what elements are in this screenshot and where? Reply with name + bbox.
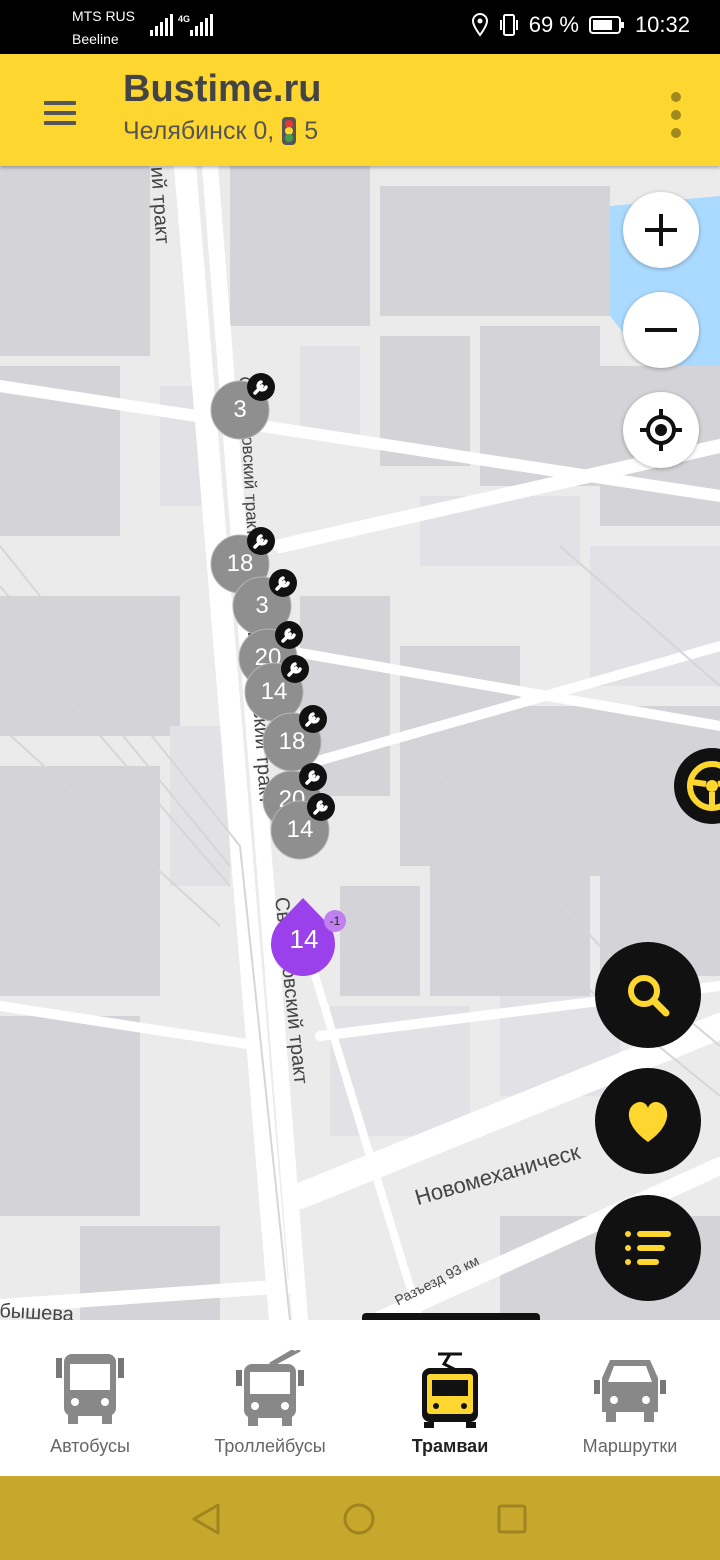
traffic-light-icon bbox=[282, 117, 297, 145]
carrier-primary: MTS RUS bbox=[72, 8, 135, 24]
tab-minibuses-label: Маршрутки bbox=[582, 1436, 678, 1456]
wrench-icon bbox=[299, 763, 327, 791]
crosshair-icon bbox=[640, 409, 682, 451]
wrench-icon bbox=[281, 655, 309, 683]
app-bar: Bustime.ru Челябинск 0, 5 bbox=[0, 54, 720, 166]
wrench-icon bbox=[275, 621, 303, 649]
tab-trolleybuses-label: Троллейбусы bbox=[214, 1436, 326, 1456]
battery-icon bbox=[588, 16, 624, 34]
tab-trams-label: Трамваи bbox=[411, 1436, 489, 1456]
tab-buses-label: Автобусы bbox=[50, 1436, 130, 1456]
list-icon bbox=[625, 1231, 671, 1265]
traffic-score: 5 bbox=[304, 116, 319, 145]
wrench-icon bbox=[299, 705, 327, 733]
tram-icon bbox=[422, 1352, 478, 1428]
bottom-navigation: Автобусы Троллейбусы Трамваи Маршрутки bbox=[0, 1320, 720, 1476]
search-button[interactable] bbox=[595, 942, 701, 1048]
kebab-menu-icon[interactable] bbox=[664, 90, 688, 140]
favorites-button[interactable] bbox=[595, 1068, 701, 1174]
recents-icon[interactable] bbox=[496, 1503, 528, 1535]
zoom-out-button[interactable] bbox=[623, 292, 699, 368]
trolleybus-icon bbox=[236, 1350, 304, 1426]
heart-icon bbox=[628, 1101, 668, 1142]
app-title: Bustime.ru bbox=[123, 68, 322, 110]
active-vehicle-badge: -1 bbox=[324, 910, 346, 932]
search-icon bbox=[628, 975, 670, 1017]
minus-icon bbox=[645, 328, 677, 332]
city-name: Челябинск 0, bbox=[123, 116, 275, 145]
signal-icon-2 bbox=[190, 14, 213, 36]
city-subtitle[interactable]: Челябинск 0, 5 bbox=[123, 116, 318, 146]
tab-buses[interactable]: Автобусы bbox=[0, 1320, 180, 1476]
bus-icon bbox=[56, 1354, 124, 1424]
my-location-button[interactable] bbox=[623, 392, 699, 468]
tram-marker[interactable]: 3 bbox=[210, 373, 275, 440]
location-icon bbox=[471, 13, 488, 37]
clock: 10:32 bbox=[634, 12, 690, 37]
tram-marker[interactable]: 14 bbox=[270, 793, 335, 860]
signal-icon bbox=[150, 14, 173, 36]
carrier-secondary: Beeline bbox=[72, 31, 119, 47]
route-list-button[interactable] bbox=[595, 1195, 701, 1301]
active-tab-indicator bbox=[362, 1313, 540, 1320]
tab-minibuses[interactable]: Маршрутки bbox=[540, 1320, 720, 1476]
plus-icon bbox=[645, 214, 677, 246]
hamburger-menu-icon[interactable] bbox=[42, 98, 78, 128]
tab-trolleybuses[interactable]: Троллейбусы bbox=[180, 1320, 360, 1476]
minibus-icon bbox=[594, 1360, 666, 1422]
wrench-icon bbox=[247, 373, 275, 401]
zoom-in-button[interactable] bbox=[623, 192, 699, 268]
steering-wheel-icon bbox=[687, 761, 720, 811]
street-label: бышева bbox=[0, 1300, 75, 1320]
wrench-icon bbox=[247, 527, 275, 555]
tab-trams[interactable]: Трамваи bbox=[360, 1320, 540, 1476]
battery-percent: 69 % bbox=[528, 12, 579, 37]
back-icon[interactable] bbox=[190, 1502, 222, 1536]
wrench-icon bbox=[307, 793, 335, 821]
home-icon[interactable] bbox=[342, 1502, 376, 1536]
active-tram-marker[interactable]: 14 -1 bbox=[270, 898, 350, 978]
status-bar: MTS RUS Beeline 4G 69 % 10:32 bbox=[0, 0, 720, 54]
map-view[interactable]: ий тракт Свердловский тракт Свердловский… bbox=[0, 166, 720, 1320]
vibrate-icon bbox=[499, 14, 518, 36]
system-navigation-bar bbox=[0, 1476, 720, 1560]
network-type: 4G bbox=[178, 14, 191, 24]
wrench-icon bbox=[269, 569, 297, 597]
